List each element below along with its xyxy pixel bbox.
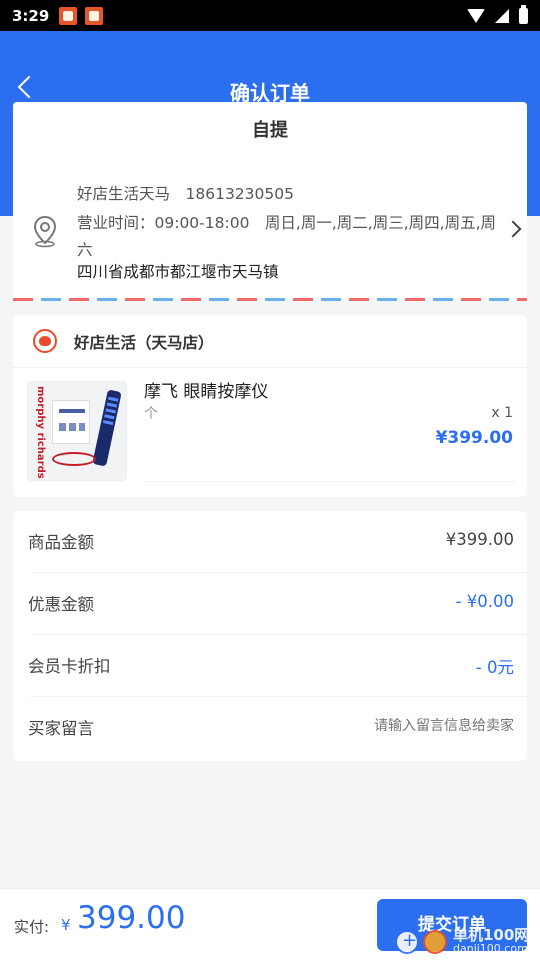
discount-value: - ¥0.00	[455, 592, 514, 611]
product-cable-shape	[52, 452, 96, 466]
store-logo-icon	[33, 329, 57, 353]
buyer-note-input[interactable]	[214, 718, 514, 734]
goods-amount-label: 商品金额	[28, 533, 94, 552]
airmail-border	[13, 298, 527, 301]
watermark-logo-icon	[395, 930, 419, 954]
battery-icon	[519, 4, 528, 24]
watermark-sub: danji100.com	[453, 942, 528, 955]
member-discount-row: 会员卡折扣 - 0元	[13, 635, 527, 697]
buyer-note-label: 买家留言	[28, 719, 94, 738]
pay-label: 实付:	[14, 918, 50, 936]
discount-label: 优惠金额	[28, 595, 94, 614]
member-discount-value: - 0元	[475, 658, 514, 677]
pickup-title: 自提	[252, 120, 288, 141]
product-name[interactable]: 摩飞 眼睛按摩仪	[144, 377, 268, 402]
business-hours: 营业时间：09:00-18:00 周日,周一,周二,周三,周四,周五,周六	[77, 214, 496, 259]
wifi-icon	[467, 8, 485, 23]
goods-amount-row: 商品金额 ¥399.00	[13, 511, 527, 573]
product-device-shape	[92, 389, 122, 467]
buyer-note-row: 买家留言	[13, 697, 527, 759]
store-card: 好店生活（天马店） morphy richards 摩飞 眼睛按摩仪 个 x 1…	[13, 315, 527, 497]
notification-icon	[85, 6, 104, 25]
member-discount-label: 会员卡折扣	[28, 657, 111, 676]
status-bar: 3:29	[0, 0, 540, 31]
discount-row: 优惠金额 - ¥0.00	[13, 573, 527, 635]
product-unit: 个	[144, 406, 158, 422]
order-summary-card: 商品金额 ¥399.00 优惠金额 - ¥0.00 会员卡折扣 - 0元 买家留…	[13, 511, 527, 761]
product-image-brand: morphy richards	[35, 386, 46, 479]
status-icons	[467, 4, 528, 24]
divider	[144, 481, 514, 482]
signal-icon	[495, 8, 509, 23]
status-time: 3:29	[12, 6, 50, 25]
product-price: ¥399.00	[435, 428, 513, 448]
store-contact: 好店生活天马 18613230505	[77, 185, 294, 203]
watermark-logo-icon	[423, 930, 447, 954]
notification-icon	[59, 6, 78, 25]
product-image[interactable]: morphy richards	[27, 381, 127, 481]
pickup-address-card[interactable]: 自提 好店生活天马 18613230505 营业时间：09:00-18:00 周…	[13, 102, 527, 301]
watermark: 单机100网 danji100.com	[393, 926, 533, 958]
product-box-shape	[52, 400, 90, 444]
goods-amount-value: ¥399.00	[445, 530, 514, 549]
store-name: 好店生活（天马店）	[74, 334, 214, 352]
store-address: 四川省成都市都江堰市天马镇	[77, 263, 279, 281]
location-pin-icon	[33, 215, 57, 248]
product-quantity: x 1	[491, 405, 513, 421]
pay-amount: 399.00	[77, 900, 186, 936]
pay-currency: ¥	[61, 916, 71, 934]
divider	[13, 367, 527, 368]
